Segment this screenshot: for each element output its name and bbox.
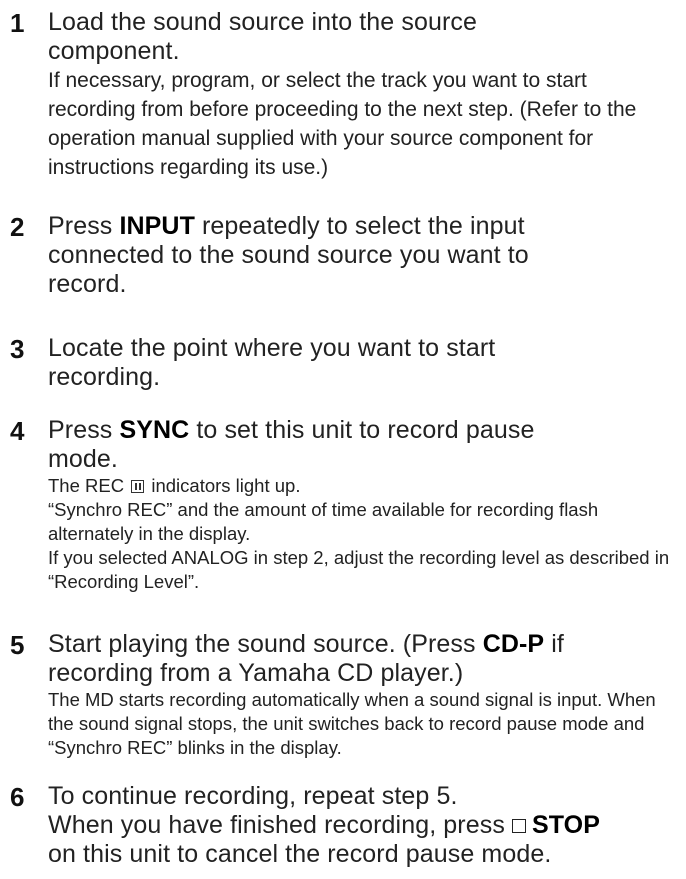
step-number: 5: [10, 630, 25, 660]
step-note: If you selected ANALOG in step 2, adjust…: [48, 547, 670, 592]
step-heading: Press SYNC to set this unit to record pa…: [48, 416, 548, 474]
note-text: The REC: [48, 475, 130, 496]
step-note: The MD starts recording automatically wh…: [48, 689, 656, 758]
step-number: 1: [10, 8, 25, 38]
step-continuation: When you have finished recording, press …: [48, 811, 678, 840]
heading-text: Press: [48, 416, 120, 444]
step-number: 2: [10, 212, 25, 242]
step-number: 4: [10, 416, 25, 446]
input-key-label: INPUT: [119, 212, 195, 240]
step-continuation: on this unit to cancel the record pause …: [48, 840, 552, 868]
step-heading: Locate the point where you want to start…: [48, 334, 496, 391]
step-heading: To continue recording, repeat step 5.: [48, 782, 458, 810]
step-number: 6: [10, 782, 25, 812]
step-heading: Start playing the sound source. (Press C…: [48, 630, 658, 688]
stop-key-label: STOP: [531, 811, 600, 839]
step-note: The REC indicators light up.: [48, 474, 678, 498]
stop-icon: [511, 819, 526, 833]
step-body: Start playing the sound source. (Press C…: [48, 630, 678, 760]
heading-text: Press: [48, 212, 120, 240]
heading-text: Start playing the sound source. (Press: [48, 630, 483, 658]
step-body: Press INPUT repeatedly to select the inp…: [48, 212, 678, 299]
step-heading: Press INPUT repeatedly to select the inp…: [48, 212, 568, 299]
step-body: Load the sound source into the source co…: [48, 8, 678, 182]
note-text: indicators light up.: [146, 475, 301, 496]
step-body: Press SYNC to set this unit to record pa…: [48, 416, 678, 594]
pause-icon: [131, 480, 145, 493]
step-note: “Synchro REC” and the amount of time ava…: [48, 499, 599, 544]
sync-key-label: SYNC: [119, 416, 190, 444]
step-number: 3: [10, 334, 25, 364]
step-heading: Load the sound source into the source co…: [48, 8, 477, 65]
heading-text: When you have finished recording, press: [48, 811, 512, 839]
step-detail: If necessary, program, or select the tra…: [48, 69, 637, 179]
cdp-key-label: CD-P: [482, 630, 545, 658]
step-body: To continue recording, repeat step 5. Wh…: [48, 782, 678, 869]
step-body: Locate the point where you want to start…: [48, 334, 678, 392]
